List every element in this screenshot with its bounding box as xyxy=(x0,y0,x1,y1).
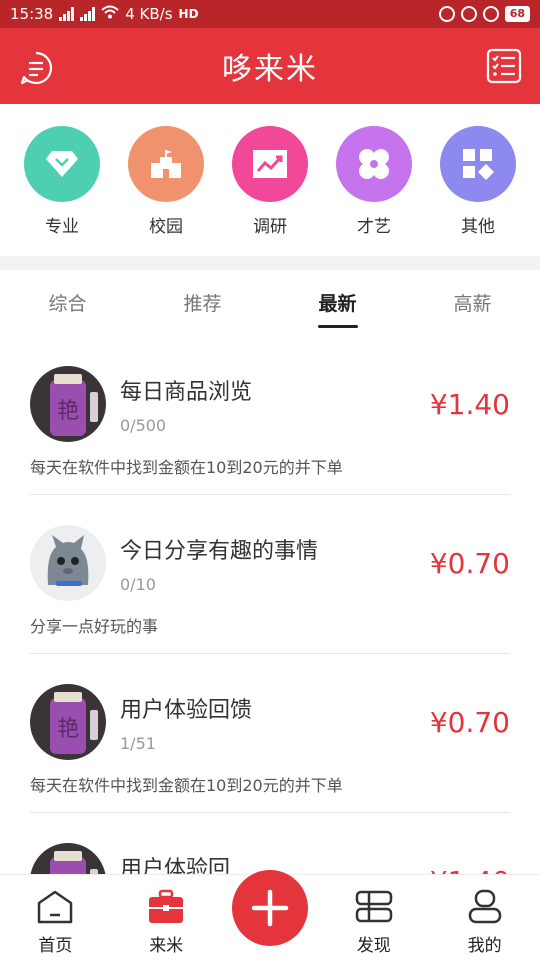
diamond-icon xyxy=(24,126,100,202)
task-title: 今日分享有趣的事情 xyxy=(120,539,319,564)
nav-laimi[interactable]: 来米 xyxy=(121,889,211,956)
checklist-icon[interactable] xyxy=(486,48,522,84)
profile-icon xyxy=(468,889,501,924)
task-title: 用户体验回馈 xyxy=(120,698,253,723)
category-other[interactable]: 其他 xyxy=(433,126,523,256)
task-title: 每日商品浏览 xyxy=(120,380,253,405)
task-avatar-bottle: 艳 xyxy=(30,366,106,442)
network-speed: 4 KB/s xyxy=(125,5,173,23)
battery-icon: 68 xyxy=(504,6,530,22)
status-bar: 15:38 4 KB/s HD 68 xyxy=(0,0,540,28)
nav-label: 我的 xyxy=(467,936,502,956)
tab-recommended[interactable]: 推荐 xyxy=(153,289,253,316)
tab-latest[interactable]: 最新 xyxy=(288,289,388,328)
chat-menu-icon[interactable] xyxy=(18,50,54,86)
task-price: ¥0.70 xyxy=(429,706,510,739)
hd-badge: HD xyxy=(178,7,199,21)
svg-text:艳: 艳 xyxy=(57,717,79,742)
category-row: 专业 校园 调研 才艺 其他 xyxy=(0,104,540,256)
nav-discover[interactable]: 发现 xyxy=(329,889,419,956)
category-campus[interactable]: 校园 xyxy=(121,126,211,256)
category-label: 其他 xyxy=(461,217,495,237)
app-header: 哆来米 xyxy=(0,28,540,104)
status-time: 15:38 xyxy=(10,5,54,23)
category-label: 调研 xyxy=(253,217,287,237)
school-icon xyxy=(128,126,204,202)
nav-label: 发现 xyxy=(356,936,391,956)
task-price: ¥0.70 xyxy=(429,547,510,580)
tab-bar: 综合 推荐 最新 高薪 xyxy=(0,270,540,334)
briefcase-icon xyxy=(149,889,184,923)
task-count: 1/51 xyxy=(120,734,156,753)
category-label: 校园 xyxy=(149,217,183,237)
signal-4g-icon xyxy=(59,7,75,21)
alarm-icon xyxy=(482,6,499,22)
tab-high-pay[interactable]: 高薪 xyxy=(423,289,523,316)
nav-home[interactable]: 首页 xyxy=(10,889,100,956)
discover-icon xyxy=(355,890,393,923)
task-description: 分享一点好玩的事 xyxy=(30,617,159,636)
task-description: 每天在软件中找到金额在10到20元的并下单 xyxy=(30,458,343,477)
task-avatar-bottle: 艳 xyxy=(30,684,106,760)
category-research[interactable]: 调研 xyxy=(225,126,315,256)
category-label: 才艺 xyxy=(357,217,391,237)
tab-comprehensive[interactable]: 综合 xyxy=(18,289,118,316)
task-count: 0/500 xyxy=(120,416,167,435)
add-task-button[interactable] xyxy=(232,870,308,946)
chart-icon xyxy=(232,126,308,202)
category-talent[interactable]: 才艺 xyxy=(329,126,419,256)
page-title: 哆来米 xyxy=(222,52,318,87)
section-divider xyxy=(0,256,540,270)
plus-icon xyxy=(251,889,289,927)
nav-profile[interactable]: 我的 xyxy=(440,889,530,956)
vibrate-icon xyxy=(438,6,455,22)
app-screen: 15:38 4 KB/s HD 68 哆来米 专业 校园 调研 才艺 其他 综合… xyxy=(0,0,540,960)
task-description: 每天在软件中找到金额在10到20元的并下单 xyxy=(30,776,343,795)
grid-icon xyxy=(440,126,516,202)
nav-label: 来米 xyxy=(149,936,184,956)
category-professional[interactable]: 专业 xyxy=(17,126,107,256)
flower-icon xyxy=(336,126,412,202)
task-item[interactable]: 今日分享有趣的事情 0/10 ¥0.70 分享一点好玩的事 xyxy=(30,495,510,654)
task-count: 0/10 xyxy=(120,575,156,594)
task-item[interactable]: 艳 用户体验回馈 1/51 ¥0.70 每天在软件中找到金额在10到20元的并下… xyxy=(30,654,510,813)
category-label: 专业 xyxy=(45,217,79,237)
signal-2g-icon xyxy=(80,7,96,21)
task-price: ¥1.40 xyxy=(429,388,510,421)
task-item[interactable]: 艳 每日商品浏览 0/500 ¥1.40 每天在软件中找到金额在10到20元的并… xyxy=(30,336,510,495)
lock-icon xyxy=(460,6,477,22)
wifi-icon xyxy=(101,5,119,23)
task-avatar-cat xyxy=(30,525,106,601)
home-icon xyxy=(38,890,73,924)
svg-text:艳: 艳 xyxy=(57,399,79,424)
nav-label: 首页 xyxy=(38,936,73,956)
